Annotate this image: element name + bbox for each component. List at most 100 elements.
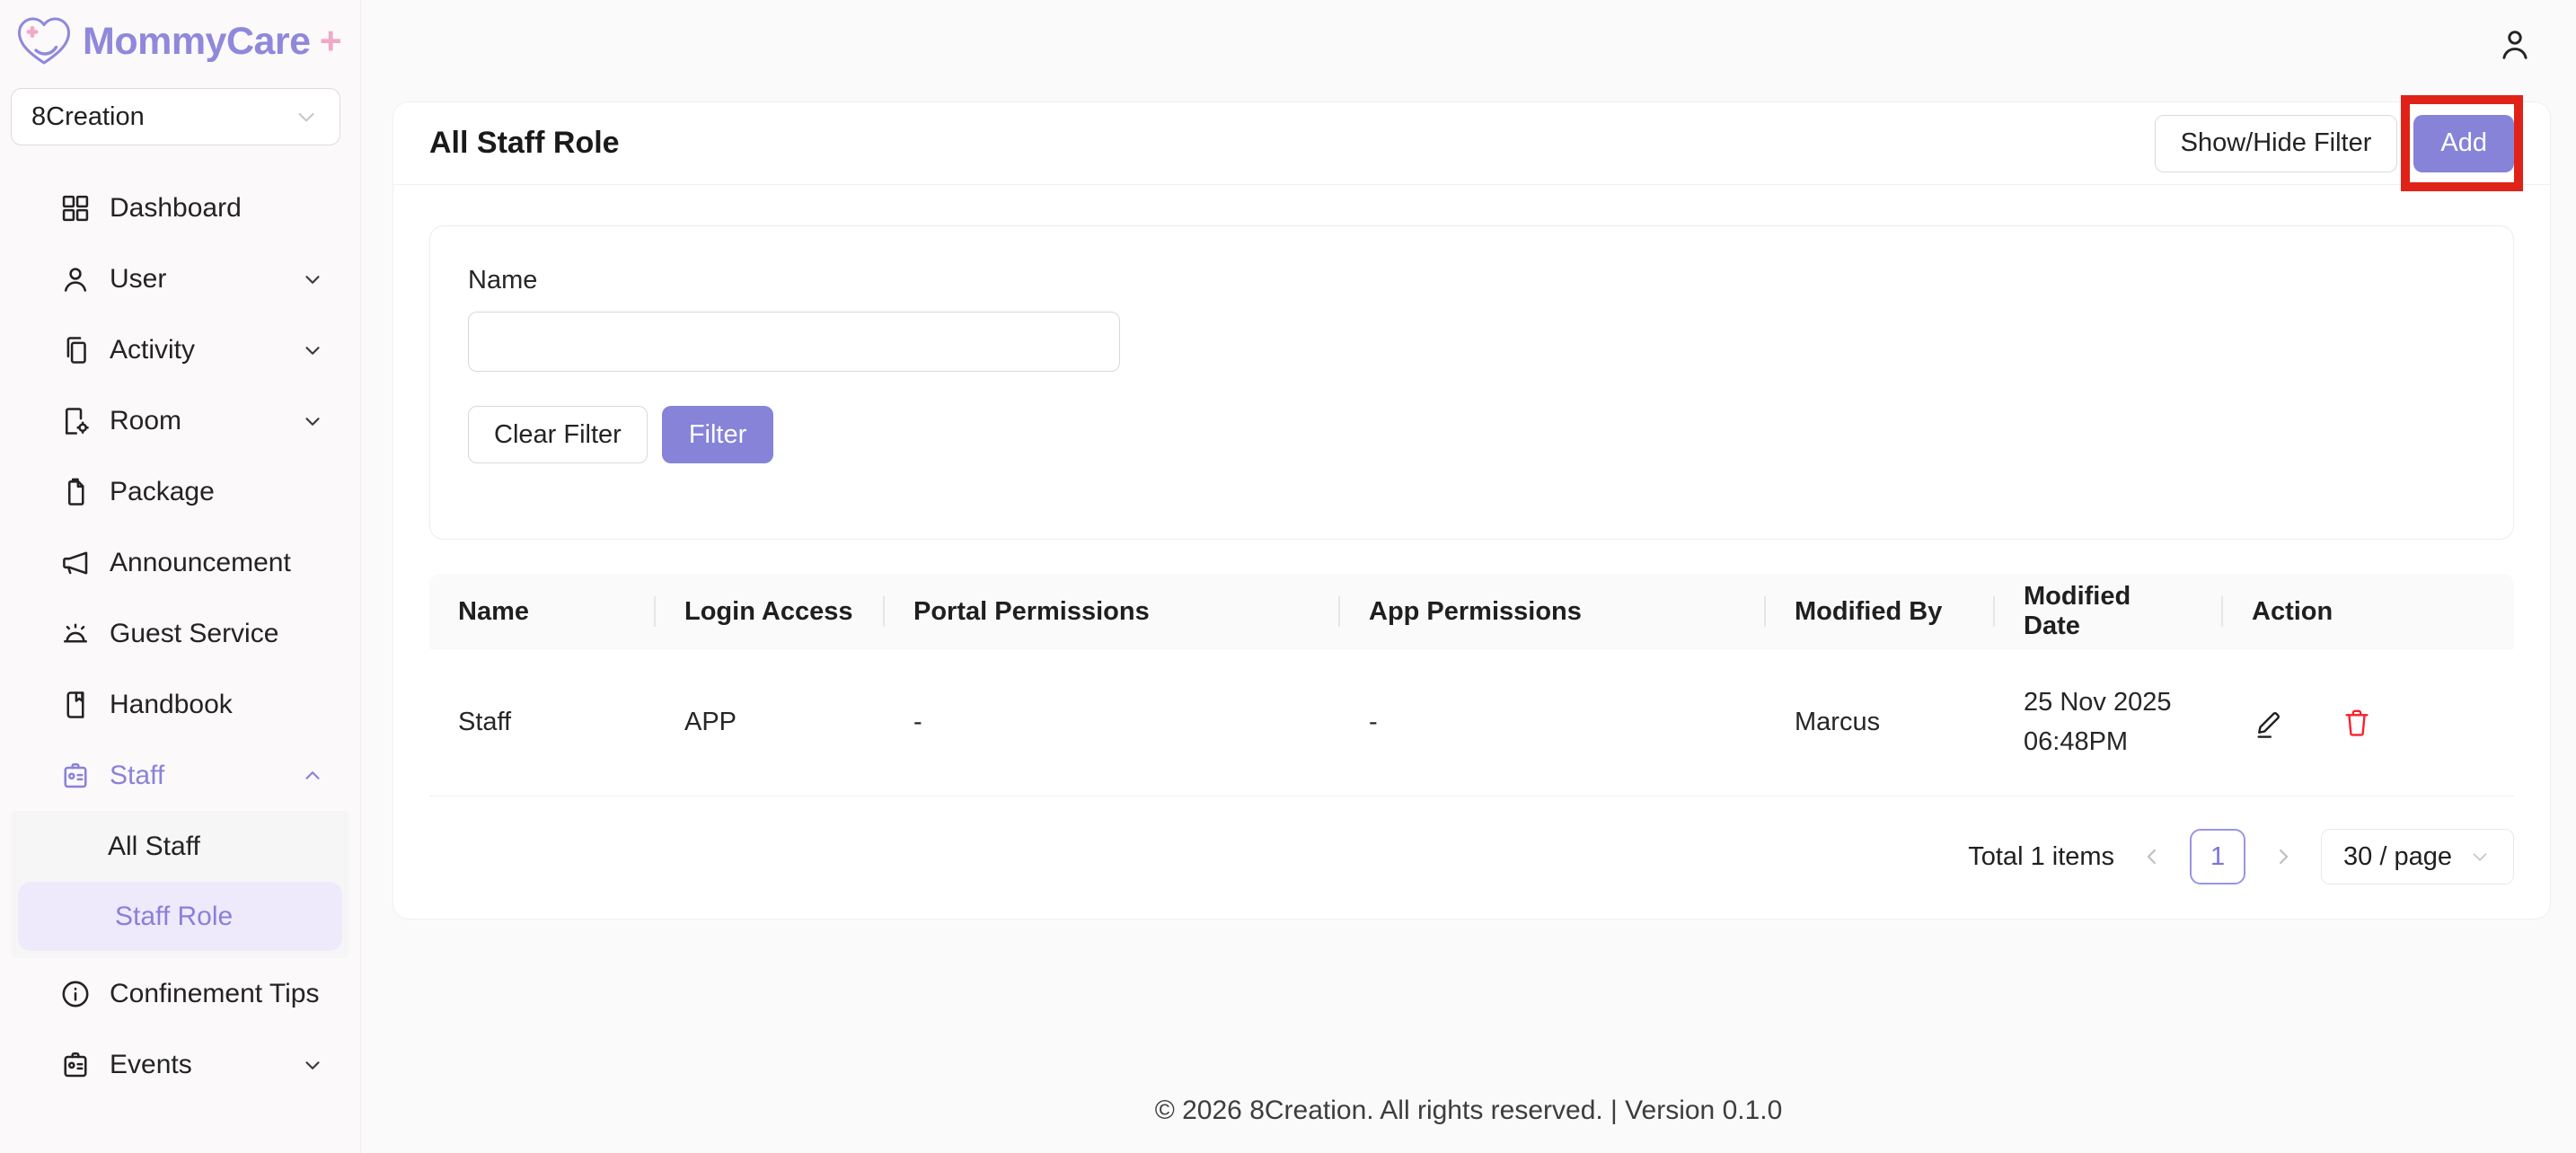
delete-button[interactable] (2340, 706, 2374, 740)
card-body: Name Clear Filter Filter Name Login Acce… (393, 185, 2550, 885)
sidebar-item-label: Confinement Tips (110, 979, 324, 1009)
staff-badge-icon (59, 760, 92, 792)
trash-icon (2340, 706, 2374, 740)
sidebar-item-label: Events (110, 1050, 283, 1080)
chevron-up-icon (301, 764, 324, 788)
sidebar-item-dashboard[interactable]: Dashboard (0, 172, 360, 243)
show-hide-filter-button[interactable]: Show/Hide Filter (2155, 115, 2398, 172)
add-button[interactable]: Add (2413, 115, 2514, 172)
staff-role-card: All Staff Role Show/Hide Filter Add Name… (393, 101, 2551, 920)
header-actions: Show/Hide Filter Add (2155, 115, 2514, 172)
pagination: Total 1 items 1 30 / page (429, 797, 2514, 885)
edit-button[interactable] (2252, 706, 2286, 740)
sidebar-item-label: Handbook (110, 690, 324, 720)
sidebar-item-all-staff[interactable]: All Staff (11, 811, 349, 882)
sidebar-menu: Dashboard User Activity (0, 172, 360, 1100)
user-icon (59, 263, 92, 295)
sidebar-subitem-label: Staff Role (115, 902, 233, 932)
card-header: All Staff Role Show/Hide Filter Add (393, 102, 2550, 185)
cell-modified-date: 25 Nov 2025 06:48PM (1995, 649, 2223, 797)
column-header-login-access: Login Access (656, 574, 885, 649)
column-header-action: Action (2223, 574, 2514, 649)
column-header-app-permissions: App Permissions (1340, 574, 1766, 649)
modified-date-line1: 25 Nov 2025 (2024, 683, 2194, 723)
sidebar-item-label: User (110, 264, 283, 295)
chevron-down-icon (301, 268, 324, 291)
sidebar-item-label: Room (110, 406, 283, 436)
sidebar-item-label: Package (110, 477, 324, 507)
sidebar-item-confinement-tips[interactable]: Confinement Tips (0, 958, 360, 1029)
organization-select-value: 8Creation (31, 102, 145, 132)
sidebar-item-label: Announcement (110, 548, 324, 578)
page-size-select[interactable]: 30 / page (2321, 829, 2514, 885)
brand-logo: MommyCare+ (0, 0, 360, 75)
organization-select[interactable]: 8Creation (11, 88, 340, 145)
package-icon (59, 476, 92, 508)
footer: © 2026 8Creation. All rights reserved. |… (361, 1096, 2576, 1126)
handbook-icon (59, 689, 92, 721)
activity-icon (59, 334, 92, 366)
footer-text: © 2026 8Creation. All rights reserved. |… (1155, 1096, 1783, 1125)
pagination-total: Total 1 items (1968, 842, 2114, 872)
sidebar-item-staff-role[interactable]: Staff Role (18, 882, 342, 951)
dashboard-icon (59, 192, 92, 224)
topbar (361, 0, 2576, 90)
column-header-portal-permissions: Portal Permissions (885, 574, 1340, 649)
heart-hand-logo-icon (14, 14, 74, 68)
cell-name: Staff (429, 649, 656, 797)
filter-button[interactable]: Filter (662, 406, 773, 463)
column-header-modified-date: Modified Date (1995, 574, 2223, 649)
user-icon (2495, 25, 2535, 65)
name-field-label: Name (468, 266, 2475, 295)
column-header-name: Name (429, 574, 656, 649)
sidebar-item-room[interactable]: Room (0, 385, 360, 456)
sidebar-item-user[interactable]: User (0, 243, 360, 314)
column-header-modified-by: Modified By (1766, 574, 1995, 649)
sidebar-item-activity[interactable]: Activity (0, 314, 360, 385)
chevron-down-icon (301, 1053, 324, 1077)
sidebar-item-handbook[interactable]: Handbook (0, 669, 360, 740)
sidebar-item-label: Dashboard (110, 193, 324, 224)
sidebar: MommyCare+ 8Creation Dashboard User (0, 0, 361, 1153)
sidebar-item-guest-service[interactable]: Guest Service (0, 598, 360, 669)
edit-pencil-icon (2252, 706, 2286, 740)
chevron-down-icon (293, 103, 320, 130)
sidebar-item-staff[interactable]: Staff (0, 740, 360, 811)
sidebar-item-announcement[interactable]: Announcement (0, 527, 360, 598)
sidebar-item-label: Guest Service (110, 619, 324, 649)
info-icon (59, 978, 92, 1010)
user-account-button[interactable] (2495, 25, 2535, 65)
page-size-value: 30 / page (2343, 842, 2452, 872)
cell-portal-permissions: - (885, 649, 1340, 797)
modified-date-line2: 06:48PM (2024, 723, 2194, 762)
name-filter-input[interactable] (468, 312, 1120, 372)
table-header-row: Name Login Access Portal Permissions App… (429, 574, 2514, 649)
sidebar-item-label: Activity (110, 335, 283, 365)
sidebar-item-package[interactable]: Package (0, 456, 360, 527)
chevron-down-icon (2468, 845, 2492, 868)
cell-app-permissions: - (1340, 649, 1766, 797)
staff-role-table: Name Login Access Portal Permissions App… (429, 574, 2514, 885)
announcement-icon (59, 547, 92, 579)
staff-submenu: All Staff Staff Role (11, 811, 349, 958)
next-page-button[interactable] (2271, 844, 2296, 869)
chevron-down-icon (301, 409, 324, 433)
page-number-1[interactable]: 1 (2190, 829, 2245, 885)
cell-login-access: APP (656, 649, 885, 797)
previous-page-button[interactable] (2139, 844, 2165, 869)
add-button-wrap: Add (2413, 115, 2514, 172)
cell-action (2223, 649, 2514, 797)
filter-buttons: Clear Filter Filter (468, 406, 2475, 463)
guest-service-icon (59, 618, 92, 650)
events-badge-icon (59, 1049, 92, 1081)
cell-modified-by: Marcus (1766, 649, 1995, 797)
chevron-right-icon (2271, 844, 2296, 869)
brand-plus: + (320, 20, 342, 64)
room-icon (59, 405, 92, 437)
sidebar-item-label: Staff (110, 761, 283, 791)
sidebar-item-events[interactable]: Events (0, 1029, 360, 1100)
chevron-left-icon (2139, 844, 2165, 869)
clear-filter-button[interactable]: Clear Filter (468, 406, 648, 463)
filter-panel: Name Clear Filter Filter (429, 225, 2514, 540)
chevron-down-icon (301, 339, 324, 362)
